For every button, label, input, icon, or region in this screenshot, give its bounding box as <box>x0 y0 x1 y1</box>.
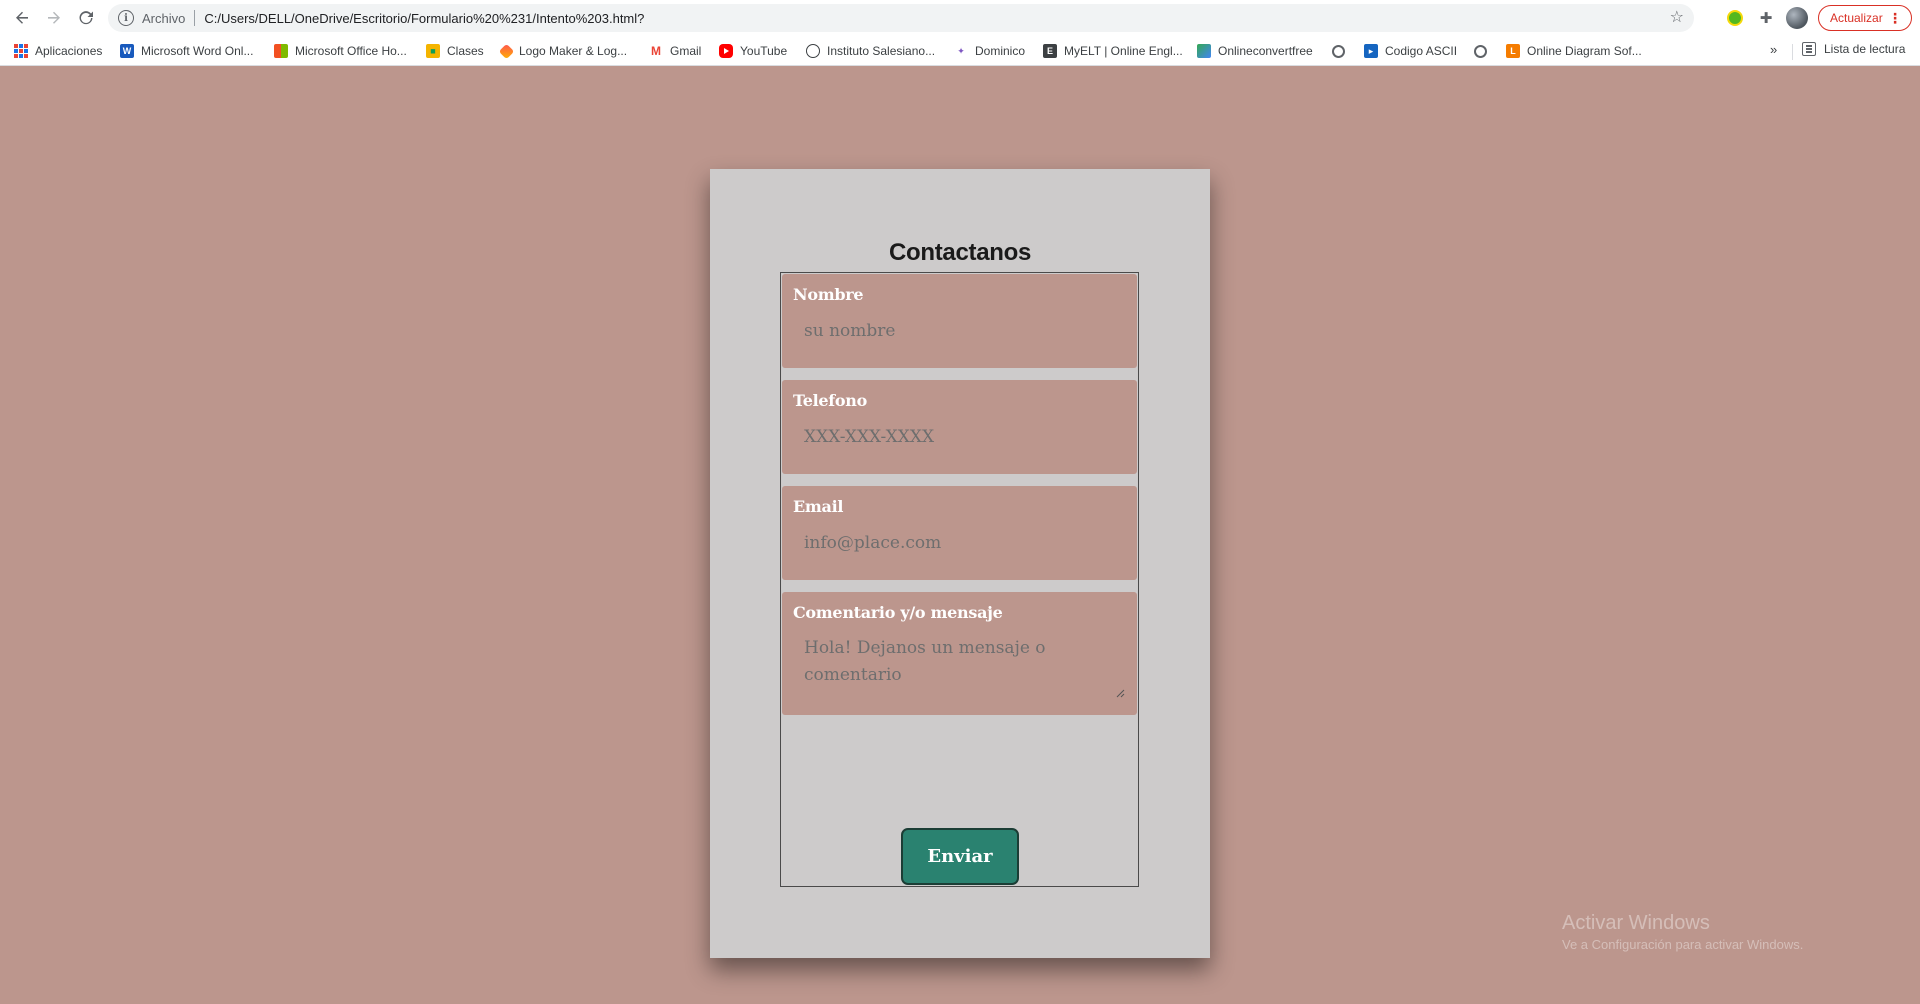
bookmark-salesiano[interactable]: Instituto Salesiano... <box>806 42 935 60</box>
menu-dots-icon: ⋮ <box>1888 10 1902 26</box>
dominico-icon: ✦ <box>957 45 965 56</box>
word-icon: W <box>120 44 134 58</box>
contact-card: Contactanos Nombre Telefono Email Coment… <box>710 169 1210 958</box>
bookmark-word[interactable]: W Microsoft Word Onl... <box>120 42 253 60</box>
url-divider <box>194 10 196 26</box>
youtube-icon <box>719 44 733 58</box>
bookmark-label: Dominico <box>975 44 1026 58</box>
name-field-group: Nombre <box>782 274 1137 368</box>
message-field-group: Comentario y/o mensaje <box>782 592 1137 715</box>
profile-avatar[interactable] <box>1786 7 1808 29</box>
bookmark-myelt[interactable]: E MyELT | Online Engl... <box>1043 42 1183 60</box>
bookmark-label: Aplicaciones <box>35 44 103 58</box>
email-label: Email <box>793 497 844 516</box>
salesiano-icon <box>806 44 820 58</box>
bookmark-label: Microsoft Word Onl... <box>141 44 254 58</box>
browser-toolbar: i Archivo C:/Users/DELL/OneDrive/Escrito… <box>0 0 1920 36</box>
puzzle-icon[interactable]: ✚ <box>1755 7 1777 29</box>
bookmark-label: Logo Maker & Log... <box>519 44 628 58</box>
email-input[interactable] <box>793 526 1126 560</box>
url-scheme: Archivo <box>142 10 186 26</box>
email-field-group: Email <box>782 486 1137 580</box>
arrow-left-icon <box>16 11 28 24</box>
watermark-title: Activar Windows <box>1562 912 1710 934</box>
star-icon[interactable]: ☆ <box>1670 9 1684 27</box>
update-button[interactable]: Actualizar ⋮ <box>1818 5 1912 31</box>
bookmark-label: Gmail <box>670 44 702 58</box>
myelt-icon: E <box>1043 44 1057 58</box>
extension-icon[interactable] <box>1724 7 1746 29</box>
bookmark-label: MyELT | Online Engl... <box>1064 44 1183 58</box>
reading-list-button[interactable]: Lista de lectura <box>1802 42 1905 56</box>
reload-button[interactable] <box>70 2 102 34</box>
bookmark-label: Codigo ASCII <box>1385 44 1458 58</box>
convert-icon <box>1197 44 1211 58</box>
info-icon[interactable]: i <box>118 10 134 26</box>
bookmarks-divider <box>1792 44 1793 60</box>
arrow-right-icon <box>48 11 60 24</box>
message-textarea[interactable] <box>793 632 1126 704</box>
back-button[interactable] <box>6 2 38 34</box>
reading-list-icon <box>1802 42 1816 56</box>
bookmark-logo-maker[interactable]: Logo Maker & Log... <box>498 42 628 60</box>
windows-activation-watermark: Activar Windows Ve a Configuración para … <box>1562 912 1803 952</box>
more-bookmarks-button[interactable]: » <box>1770 42 1777 57</box>
bookmarks-bar: Aplicaciones W Microsoft Word Onl... Mic… <box>0 36 1920 66</box>
bookmark-office[interactable]: Microsoft Office Ho... <box>274 42 407 60</box>
phone-label: Telefono <box>793 391 867 410</box>
bookmark-dominico[interactable]: ✦ Dominico <box>954 42 1025 60</box>
bookmark-globe-1[interactable] <box>1332 42 1352 60</box>
form-title: Contactanos <box>888 239 1032 266</box>
bookmark-codigo-ascii[interactable]: ▸ Codigo ASCII <box>1364 42 1457 60</box>
message-label: Comentario y/o mensaje <box>793 603 1003 622</box>
forward-button[interactable] <box>38 2 70 34</box>
name-input[interactable] <box>793 314 1126 348</box>
reload-icon <box>79 11 93 25</box>
bookmark-gmail[interactable]: M Gmail <box>649 42 701 60</box>
bookmark-label: Microsoft Office Ho... <box>295 44 407 58</box>
bookmark-label: Onlineconvertfree <box>1218 44 1313 58</box>
bookmark-label: Online Diagram Sof... <box>1527 44 1642 58</box>
bookmark-onlineconvertfree[interactable]: Onlineconvertfree <box>1197 42 1313 60</box>
bookmark-online-diagram[interactable]: L Online Diagram Sof... <box>1506 42 1642 60</box>
name-label: Nombre <box>793 285 864 304</box>
bookmark-globe-2[interactable] <box>1474 42 1494 60</box>
diagram-icon: L <box>1506 44 1520 58</box>
globe-icon <box>1332 44 1345 58</box>
phone-input[interactable] <box>793 420 1126 454</box>
bookmark-youtube[interactable]: YouTube <box>719 42 787 60</box>
watermark-subtitle: Ve a Configuración para activar Windows. <box>1562 937 1804 952</box>
apps-icon <box>14 44 28 58</box>
submit-button[interactable]: Enviar <box>901 828 1019 885</box>
contact-form: Nombre Telefono Email Comentario y/o men… <box>780 272 1139 887</box>
classroom-icon: ■ <box>426 44 440 58</box>
bookmark-label: YouTube <box>740 44 788 58</box>
bookmark-label: Instituto Salesiano... <box>827 44 936 58</box>
url-text[interactable]: C:/Users/DELL/OneDrive/Escritorio/Formul… <box>204 11 644 26</box>
ascii-icon: ▸ <box>1364 44 1378 58</box>
address-bar[interactable]: i Archivo C:/Users/DELL/OneDrive/Escrito… <box>108 4 1694 32</box>
bookmark-label: Clases <box>447 44 484 58</box>
resize-handle-icon[interactable] <box>1116 689 1125 698</box>
update-label: Actualizar <box>1830 11 1883 25</box>
gmail-icon: M <box>651 44 661 58</box>
logo-maker-icon <box>498 43 515 59</box>
phone-field-group: Telefono <box>782 380 1137 474</box>
globe-icon <box>1474 44 1487 58</box>
bookmark-clases[interactable]: ■ Clases <box>426 42 484 60</box>
bookmark-aplicaciones[interactable]: Aplicaciones <box>14 42 102 60</box>
office-icon <box>274 44 288 58</box>
reading-list-label: Lista de lectura <box>1824 42 1906 56</box>
